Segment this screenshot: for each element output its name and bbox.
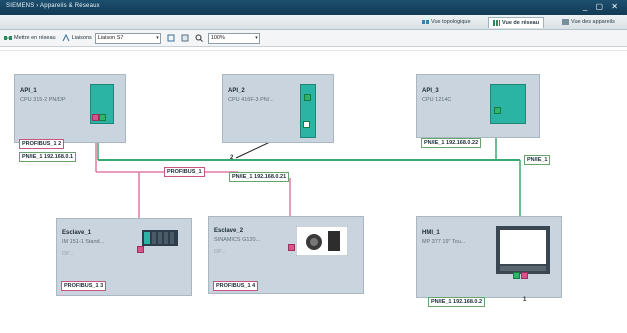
cpu-module-icon: [490, 84, 526, 124]
profibus-port[interactable]: [137, 246, 144, 253]
device-type: IM 151-1 Stand...: [62, 239, 105, 245]
device-name: HMI_1: [422, 230, 440, 236]
device-name: API_1: [20, 88, 37, 94]
port-number: 1: [523, 297, 527, 303]
pnie-port[interactable]: [494, 107, 501, 114]
pnie-address-label: PN/IE_1 192.168.0.22: [421, 138, 482, 148]
device-type: CPU 315-2 PN/DP: [20, 97, 66, 103]
device-type: MP 377 19" Tou...: [422, 239, 466, 245]
port-number: 2: [230, 155, 234, 161]
profibus-network-label: PROFIBUS_1: [164, 167, 205, 177]
device-name: API_2: [228, 88, 245, 94]
hmi-panel-icon: [496, 226, 550, 274]
device-api2[interactable]: [222, 74, 334, 143]
pnie-port[interactable]: [99, 114, 106, 121]
profibus-address-label: PROFIBUS_1 2: [19, 139, 65, 149]
device-subnet: DP...: [214, 249, 226, 255]
device-name: API_3: [422, 88, 439, 94]
pnie-network-label: PN/IE_1: [524, 155, 551, 165]
profibus-port[interactable]: [92, 114, 99, 121]
io-module-icon: [142, 226, 178, 250]
device-type: SINAMICS G120...: [214, 237, 261, 243]
profibus-port[interactable]: [288, 244, 295, 251]
cpu-module-icon: [300, 84, 316, 138]
pnie-port-2[interactable]: [303, 121, 310, 128]
pnie-port[interactable]: [513, 272, 520, 279]
profibus-address-label: PROFIBUS_1 3: [61, 281, 107, 291]
drive-icon: [295, 225, 349, 257]
device-type: CPU 416F-3 PN/...: [228, 97, 274, 103]
device-subnet: DP...: [62, 251, 74, 257]
pnie-address-label: PN/IE_1 192.168.0.21: [229, 172, 290, 182]
pnie-port[interactable]: [304, 94, 311, 101]
pnie-address-label: PN/IE_1 192.168.0.2: [428, 297, 486, 307]
pnie-address-label: PN/IE_1 192.168.0.1: [19, 152, 77, 162]
device-name: Esclave_1: [62, 230, 92, 236]
device-name: Esclave_2: [214, 228, 244, 234]
profibus-port[interactable]: [521, 272, 528, 279]
device-type: CPU 1214C: [422, 97, 452, 103]
profibus-address-label: PROFIBUS_1 4: [213, 281, 259, 291]
